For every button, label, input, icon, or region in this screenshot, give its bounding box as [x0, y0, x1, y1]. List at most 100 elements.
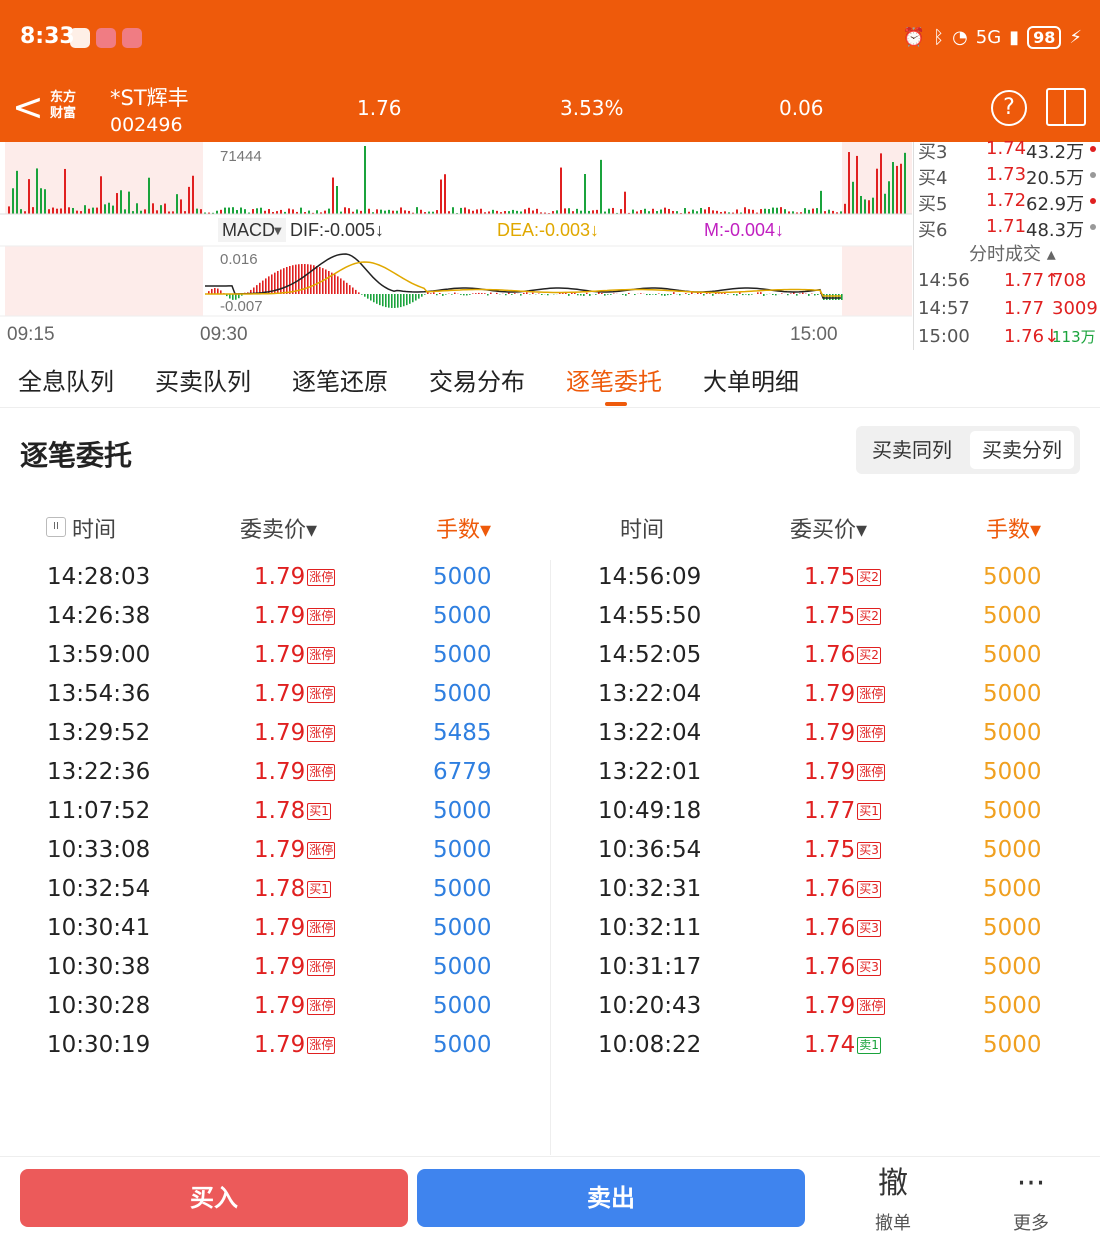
pause-icon[interactable]: II: [46, 517, 66, 537]
volume-bar: [700, 207, 702, 214]
volume-bar: [876, 168, 878, 214]
macd-bar: [442, 294, 444, 296]
volume-bar: [124, 209, 126, 214]
volume-bar: [308, 210, 310, 214]
volume-bar: [88, 208, 90, 214]
trades-title[interactable]: 分时成交 ▴: [969, 240, 1056, 266]
buy-button[interactable]: 买入: [20, 1169, 408, 1227]
tab-bid-ask-queue[interactable]: 买卖队列: [155, 362, 251, 397]
tab-tick-orders[interactable]: 逐笔委托: [566, 362, 662, 397]
toggle-split-column[interactable]: 买卖分列: [970, 431, 1074, 469]
macd-bar: [505, 294, 507, 296]
status-time: 8:33: [20, 24, 75, 49]
order-time: 13:54:36: [47, 681, 151, 707]
macd-bar: [358, 292, 360, 294]
macd-bar: [451, 294, 453, 295]
macd-bar: [739, 292, 741, 294]
order-time: 13:22:04: [598, 681, 702, 707]
volume-bar: [868, 200, 870, 214]
order-price-cell: 1.79 涨停: [804, 993, 886, 1019]
volume-bar: [100, 176, 102, 214]
macd-bar: [817, 294, 819, 295]
volume-bar: [440, 179, 442, 214]
macd-bar: [736, 294, 738, 296]
tab-large-orders[interactable]: 大单明细: [703, 362, 799, 397]
bid-label: 买3: [918, 142, 948, 163]
order-time: 14:52:05: [598, 642, 702, 668]
order-price-cell: 1.79 涨停: [254, 837, 336, 863]
volume-bar: [96, 207, 98, 214]
macd-bar: [430, 293, 432, 294]
order-price-cell: 1.79 涨停: [254, 759, 336, 785]
macd-bar: [388, 294, 390, 308]
sell-button[interactable]: 卖出: [417, 1169, 805, 1227]
order-price-cell: 1.76 买2: [804, 642, 881, 668]
macd-bar: [328, 270, 330, 294]
bid-label: 买6: [918, 220, 948, 241]
app-notification-icon: [122, 28, 142, 48]
macd-bar: [541, 294, 543, 295]
volume-bar: [768, 209, 770, 214]
macd-bar: [436, 294, 438, 296]
tab-tick-restore[interactable]: 逐笔还原: [292, 362, 388, 397]
col-header-sell-price[interactable]: 委卖价▾: [240, 512, 317, 544]
order-tag-badge: 涨停: [857, 764, 886, 781]
col-header-buy-price[interactable]: 委买价▾: [790, 512, 867, 544]
more-button[interactable]: ··· 更多: [991, 1167, 1071, 1235]
volume-bar: [848, 152, 850, 214]
help-icon[interactable]: ?: [991, 90, 1027, 126]
volume-bar: [556, 210, 558, 214]
bid-price: 1.74: [986, 138, 1027, 159]
volume-bar: [652, 208, 654, 214]
col-header-qty[interactable]: 手数▾: [436, 512, 491, 544]
order-price: 1.79: [254, 915, 306, 941]
order-price: 1.79: [254, 681, 306, 707]
volume-bar: [44, 189, 46, 214]
volume-bar: [16, 170, 18, 214]
order-time: 10:36:54: [598, 837, 702, 863]
order-price: 1.79: [804, 759, 856, 785]
col-header-qty-2[interactable]: 手数▾: [986, 512, 1041, 544]
back-icon[interactable]: <: [12, 88, 44, 126]
bluetooth-icon: ᛒ: [933, 27, 945, 48]
volume-bar: [764, 208, 766, 214]
order-time: 10:08:22: [598, 1032, 702, 1058]
toggle-same-column[interactable]: 买卖同列: [860, 431, 964, 469]
order-price-cell: 1.79 涨停: [804, 759, 886, 785]
order-tag-badge: 涨停: [857, 686, 886, 703]
macd-bar: [838, 294, 840, 300]
order-time: 13:22:01: [598, 759, 702, 785]
volume-bar: [12, 188, 14, 214]
layout-switch-icon[interactable]: [1046, 88, 1086, 126]
order-volume: 5000: [433, 954, 492, 980]
order-time: 14:55:50: [598, 603, 702, 629]
volume-bar: [820, 190, 822, 214]
macd-bar: [667, 294, 669, 296]
cancel-order-button[interactable]: 撤 撤单: [853, 1167, 933, 1235]
order-tag-badge: 买3: [857, 959, 881, 976]
order-time: 13:22:04: [598, 720, 702, 746]
time-label-open: 09:30: [200, 324, 248, 345]
macd-bar: [367, 294, 369, 299]
macd-bar: [670, 294, 672, 295]
volume-bar: [400, 207, 402, 214]
macd-bar: [583, 294, 585, 296]
order-price: 1.75: [804, 837, 856, 863]
volume-bar: [104, 204, 106, 214]
macd-bar: [580, 294, 582, 296]
order-time: 10:32:31: [598, 876, 702, 902]
intraday-chart[interactable]: 71444 MACD ▼ DIF:-0.005↓ DEA:-0.003↓ M:-…: [0, 142, 912, 350]
charging-icon: ⚡: [1069, 27, 1082, 48]
volume-bar: [576, 208, 578, 214]
tab-full-queue[interactable]: 全息队列: [18, 362, 114, 397]
macd-bar: [733, 294, 735, 296]
macd-bar: [481, 293, 483, 294]
macd-bar: [760, 292, 762, 294]
volume-bar: [880, 153, 882, 214]
macd-bar: [394, 294, 396, 308]
tab-trade-distribution[interactable]: 交易分布: [429, 362, 525, 397]
trade-volume: 113万: [1052, 328, 1096, 346]
volume-bar: [228, 207, 230, 214]
volume-bar: [120, 190, 122, 214]
macd-bar: [469, 294, 471, 295]
